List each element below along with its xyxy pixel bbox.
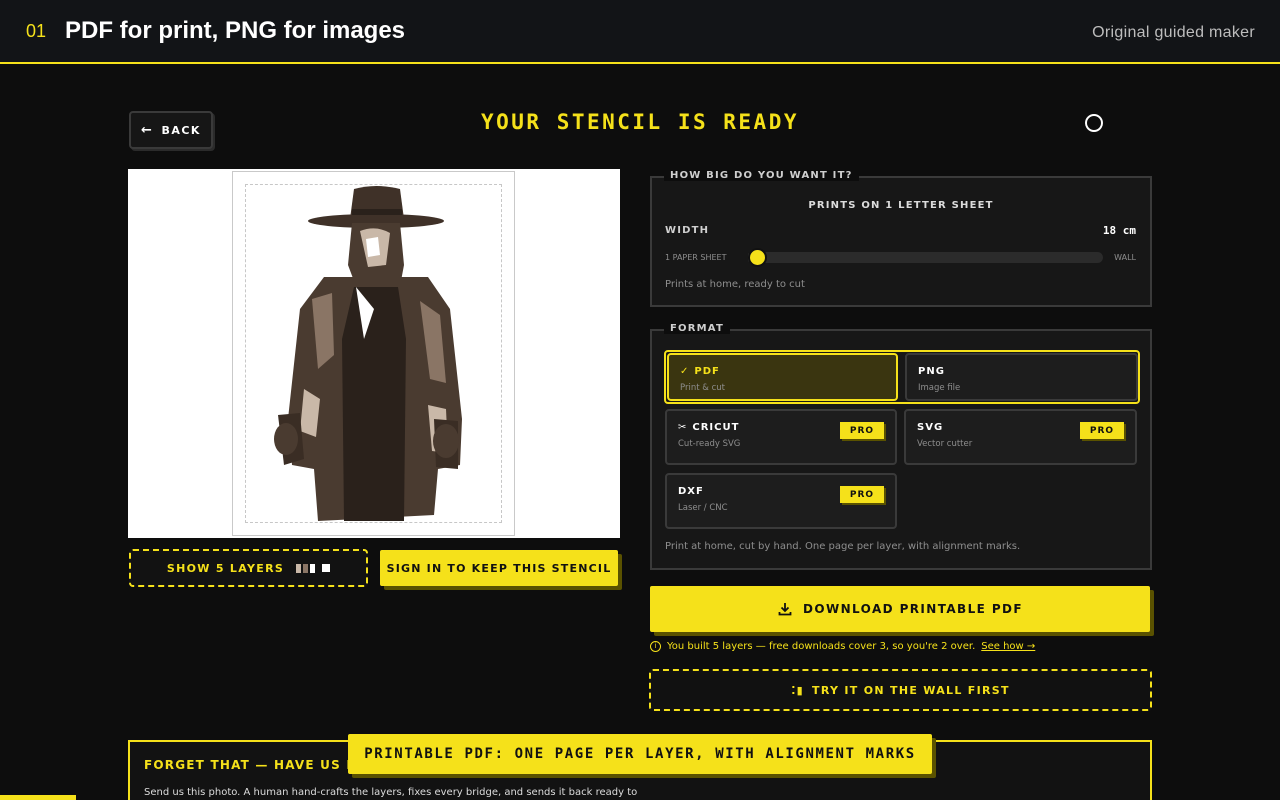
cricut-title: CRICUT <box>692 422 740 433</box>
dxf-sub: Laser / CNC <box>678 503 728 513</box>
layer-swatches-icon <box>296 563 331 573</box>
info-icon: i <box>650 641 661 652</box>
pro-badge: PRO <box>840 486 884 503</box>
pdf-title: PDF <box>694 366 720 377</box>
show-layers-label: SHOW 5 LAYERS <box>166 561 285 575</box>
show-layers-button[interactable]: SHOW 5 LAYERS <box>129 549 368 587</box>
width-slider[interactable] <box>748 248 1103 267</box>
slider-thumb[interactable] <box>748 248 768 267</box>
download-button[interactable]: DOWNLOAD PRINTABLE PDF <box>650 586 1150 632</box>
progress-corner-bar <box>0 795 76 800</box>
format-option-dxf[interactable]: DXF Laser / CNC PRO <box>665 473 897 529</box>
svg-sub: Vector cutter <box>917 439 973 449</box>
info-text: You built 5 layers — free downloads cove… <box>667 641 976 652</box>
format-option-pdf[interactable]: ✓ PDF Print & cut <box>667 353 898 401</box>
pdf-sub: Print & cut <box>680 383 725 393</box>
svg-title: SVG <box>917 422 944 433</box>
png-title: PNG <box>918 366 945 377</box>
stencil-preview <box>128 169 620 538</box>
cricut-sub: Cut-ready SVG <box>678 439 741 449</box>
slider-max-label: WALL <box>1114 253 1136 262</box>
circle-icon[interactable] <box>1085 114 1103 132</box>
service-title: FORGET THAT — HAVE US MA <box>144 758 370 772</box>
spray-can-icon: ⁚▮ <box>791 683 805 697</box>
top-bar: 01 PDF for print, PNG for images Origina… <box>0 0 1280 64</box>
stencil-figure <box>274 186 462 521</box>
service-text: Send us this photo. A human hand-crafts … <box>144 787 638 798</box>
see-how-link[interactable]: See how → <box>981 641 1035 652</box>
check-icon: ✓ <box>680 366 690 377</box>
prints-on-label: PRINTS ON 1 LETTER SHEET <box>808 200 994 211</box>
free-formats-group: ✓ PDF Print & cut PNG Image file <box>664 350 1140 404</box>
download-label: DOWNLOAD PRINTABLE PDF <box>803 602 1023 616</box>
download-icon <box>778 603 792 616</box>
dxf-title: DXF <box>678 486 704 497</box>
try-on-wall-button[interactable]: ⁚▮ TRY IT ON THE WALL FIRST <box>649 669 1152 711</box>
size-note: Prints at home, ready to cut <box>665 279 805 290</box>
pro-badge: PRO <box>1080 422 1124 439</box>
format-option-png[interactable]: PNG Image file <box>905 353 1138 401</box>
sign-in-button[interactable]: SIGN IN TO KEEP THIS STENCIL <box>380 550 618 586</box>
size-legend: HOW BIG DO YOU WANT IT? <box>664 170 859 181</box>
header-right-label: Original guided maker <box>1092 24 1255 41</box>
width-value: 18 cm <box>1102 224 1136 237</box>
pro-badge: PRO <box>840 422 884 439</box>
format-option-cricut[interactable]: ✂ CRICUT Cut-ready SVG PRO <box>665 409 897 465</box>
scissors-icon: ✂ <box>678 422 688 433</box>
layer-limit-info: i You built 5 layers — free downloads co… <box>650 641 1035 652</box>
format-panel: FORMAT ✓ PDF Print & cut PNG Image file ✂… <box>650 323 1152 570</box>
size-panel: HOW BIG DO YOU WANT IT? PRINTS ON 1 LETT… <box>650 170 1152 307</box>
format-tooltip: PRINTABLE PDF: ONE PAGE PER LAYER, WITH … <box>348 734 932 774</box>
try-wall-label: TRY IT ON THE WALL FIRST <box>812 683 1010 697</box>
format-legend: FORMAT <box>664 323 730 334</box>
step-number: 01 <box>26 21 47 41</box>
format-option-svg[interactable]: SVG Vector cutter PRO <box>904 409 1137 465</box>
header-title: PDF for print, PNG for images <box>65 17 406 44</box>
png-sub: Image file <box>918 383 961 393</box>
width-label: WIDTH <box>665 225 710 236</box>
slider-min-label: 1 PAPER SHEET <box>665 253 727 262</box>
format-note: Print at home, cut by hand. One page per… <box>665 541 1021 552</box>
